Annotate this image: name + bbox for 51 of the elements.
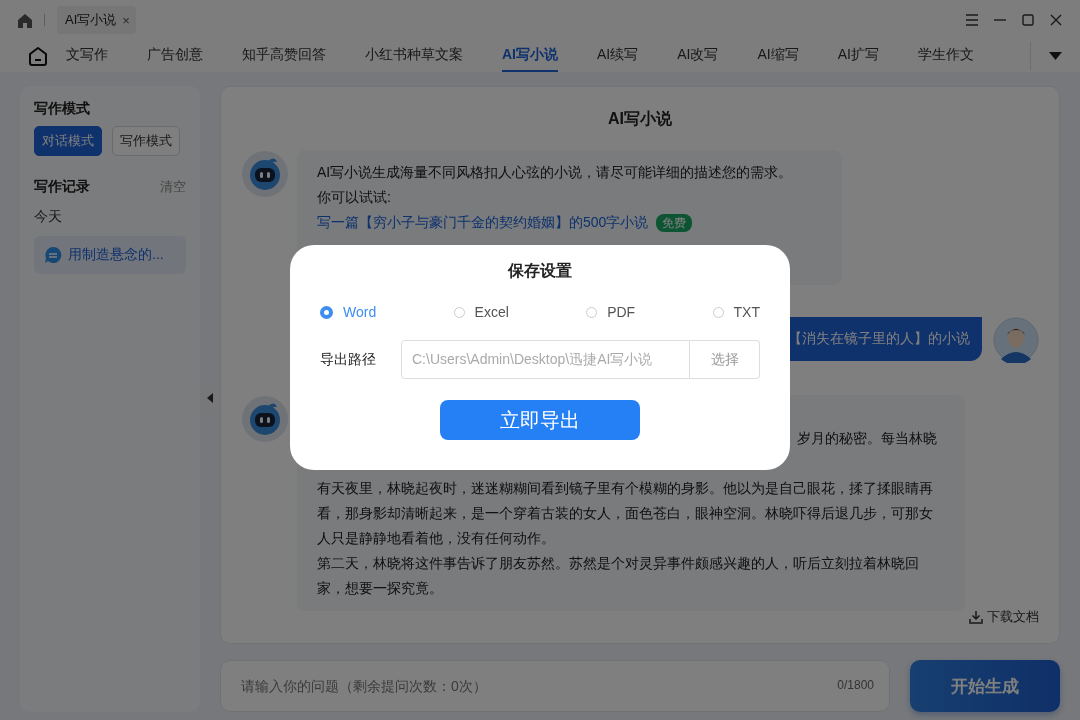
section-title: 写作模式 (34, 100, 91, 118)
nav-tab[interactable]: AI改写 (677, 40, 719, 72)
download-icon (969, 610, 983, 624)
section-title: 写作记录 (34, 178, 90, 196)
nav-tab[interactable]: AI续写 (597, 40, 639, 72)
nav-tab[interactable]: 知乎高赞回答 (242, 40, 326, 72)
prompt-link[interactable]: 写一篇【穷小子与豪门千金的契约婚姻】的500字小说 (317, 210, 649, 235)
robot-avatar-icon (241, 150, 289, 198)
window-tab[interactable]: AI写小说 × (57, 6, 136, 34)
format-option[interactable]: TXT (712, 304, 760, 320)
nav-tab[interactable]: AI扩写 (837, 40, 879, 72)
message-text: 有天夜里，林晓起夜时，迷迷糊糊间看到镜子里有个模糊的身影。他以为是自己眼花，揉了揉眼睛再看，那身影却清晰起来，是一个穿着古装的女人，面色苍白，眼神空洞。林晓吓得后退几步，可那女人只是静静地看着他，没有任何动作。 (317, 479, 934, 548)
field-label: 导出路径 (320, 350, 377, 369)
nav-tab[interactable]: AI缩写 (757, 40, 799, 72)
caret-icon (207, 393, 213, 403)
nav-tab[interactable]: AI写小说 (502, 40, 558, 72)
group-label: 今天 (34, 208, 63, 226)
generate-button[interactable]: 开始生成 (910, 660, 1060, 712)
dropdown-icon[interactable] (1049, 52, 1062, 60)
nav-tab[interactable]: 文写作 (66, 40, 108, 72)
format-option[interactable]: PDF (586, 304, 636, 320)
path-field[interactable]: C:\Users\Admin\Desktop\迅捷AI写小说 (401, 340, 690, 379)
user-avatar-icon (993, 317, 1039, 363)
format-option[interactable]: Word (320, 304, 377, 320)
mode-button[interactable]: 对话模式 (34, 126, 102, 156)
robot-avatar-icon (241, 395, 289, 443)
mode-button[interactable]: 写作模式 (112, 126, 180, 156)
nav-tab[interactable]: 小红书种草文案 (365, 40, 463, 72)
export-button[interactable]: 立即导出 (440, 400, 640, 440)
history-item[interactable]: 用制造悬念的... (34, 236, 186, 274)
choose-button[interactable]: 选择 (690, 340, 760, 379)
close-icon[interactable] (1050, 14, 1062, 26)
download-button[interactable]: 下载文档 (969, 608, 1039, 626)
message-text: AI写小说生成海量不同风格扣人心弦的小说，请尽可能详细的描述您的需求。 (317, 163, 794, 182)
message-text: 第二天，林晓将这件事告诉了朋友苏然。苏然是个对灵异事件颇感兴趣的人，听后立刻拉着林晓回家，想要一探究竟。 (317, 554, 920, 598)
home-icon[interactable] (18, 12, 32, 28)
maximize-icon[interactable] (1022, 14, 1034, 26)
dialog-title: 保存设置 (508, 261, 572, 281)
home-icon[interactable] (28, 45, 48, 67)
radio-button[interactable] (320, 305, 333, 319)
chat-bubble-icon (44, 246, 62, 264)
message-text: 你可以试试: (317, 188, 392, 207)
char-counter: 0/1800 (837, 678, 874, 692)
format-option[interactable]: Excel (453, 304, 509, 320)
message-text: 岁月的秘密。每当林晓 (796, 429, 938, 448)
menu-icon[interactable] (966, 14, 978, 26)
panel-title: AI写小说 (607, 109, 673, 129)
nav-tab[interactable]: 学生作文 (917, 40, 974, 72)
tab-close-button[interactable]: × (122, 12, 130, 28)
free-badge: 免费 (656, 213, 693, 232)
nav-tab[interactable]: 广告创意 (147, 40, 203, 72)
